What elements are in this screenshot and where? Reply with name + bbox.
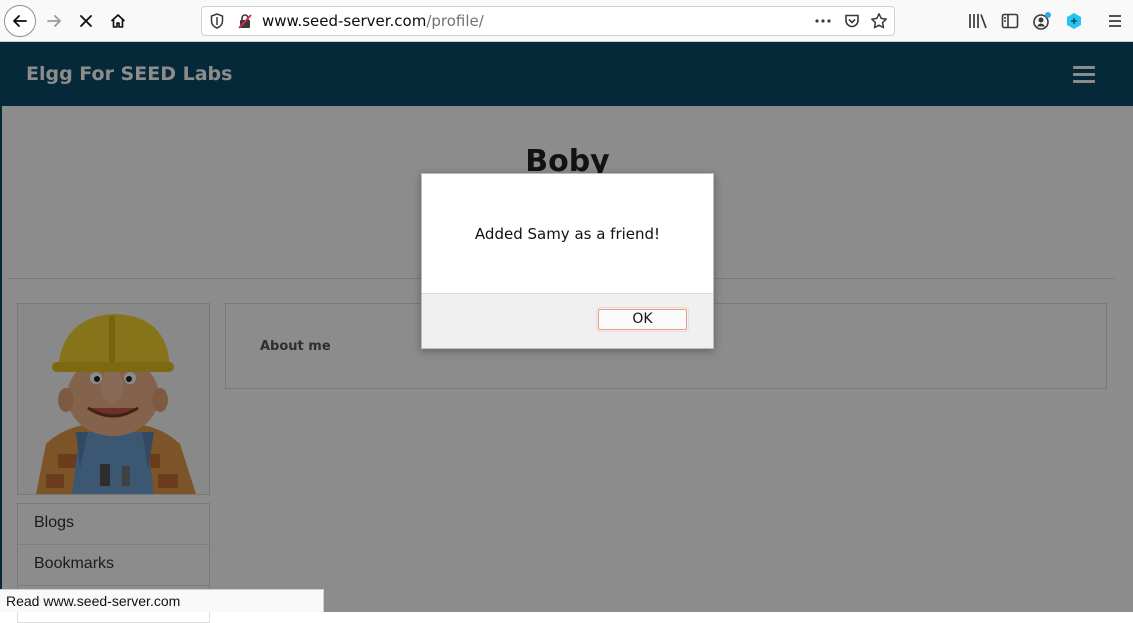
- arrow-right-icon: [45, 12, 63, 30]
- shield-icon[interactable]: [210, 13, 224, 29]
- extension-button[interactable]: [1062, 9, 1086, 33]
- account-icon: [1032, 11, 1052, 31]
- status-bar: Read www.seed-server.com: [0, 589, 324, 612]
- home-icon: [109, 12, 127, 30]
- url-path: /profile/: [426, 12, 484, 30]
- menu-icon: [1107, 13, 1123, 29]
- stop-button[interactable]: [70, 5, 102, 37]
- library-button[interactable]: [966, 9, 990, 33]
- insecure-lock-icon[interactable]: [237, 13, 253, 29]
- extension-icon: [1065, 12, 1083, 30]
- sidebar-button[interactable]: [998, 9, 1022, 33]
- url-bar[interactable]: www.seed-server.com/profile/: [201, 6, 895, 36]
- forward-button[interactable]: [38, 5, 70, 37]
- pocket-icon[interactable]: [844, 13, 860, 29]
- library-icon: [968, 12, 988, 30]
- url-domain: www.seed-server.com: [262, 12, 426, 30]
- alert-footer: OK: [422, 293, 713, 348]
- url-text[interactable]: www.seed-server.com/profile/: [262, 12, 484, 30]
- alert-dialog: Added Samy as a friend! OK: [421, 173, 714, 349]
- back-button[interactable]: [4, 5, 36, 37]
- bookmark-star-icon[interactable]: [870, 12, 888, 30]
- home-button[interactable]: [102, 5, 134, 37]
- close-icon: [78, 13, 94, 29]
- sidebar-icon: [1001, 13, 1019, 29]
- arrow-left-icon: [11, 12, 29, 30]
- browser-toolbar: www.seed-server.com/profile/: [0, 0, 1133, 42]
- app-menu-button[interactable]: [1103, 9, 1127, 33]
- more-actions-icon[interactable]: [814, 12, 832, 30]
- ok-button[interactable]: OK: [598, 309, 687, 330]
- alert-message: Added Samy as a friend!: [422, 225, 713, 243]
- account-button[interactable]: [1030, 9, 1054, 33]
